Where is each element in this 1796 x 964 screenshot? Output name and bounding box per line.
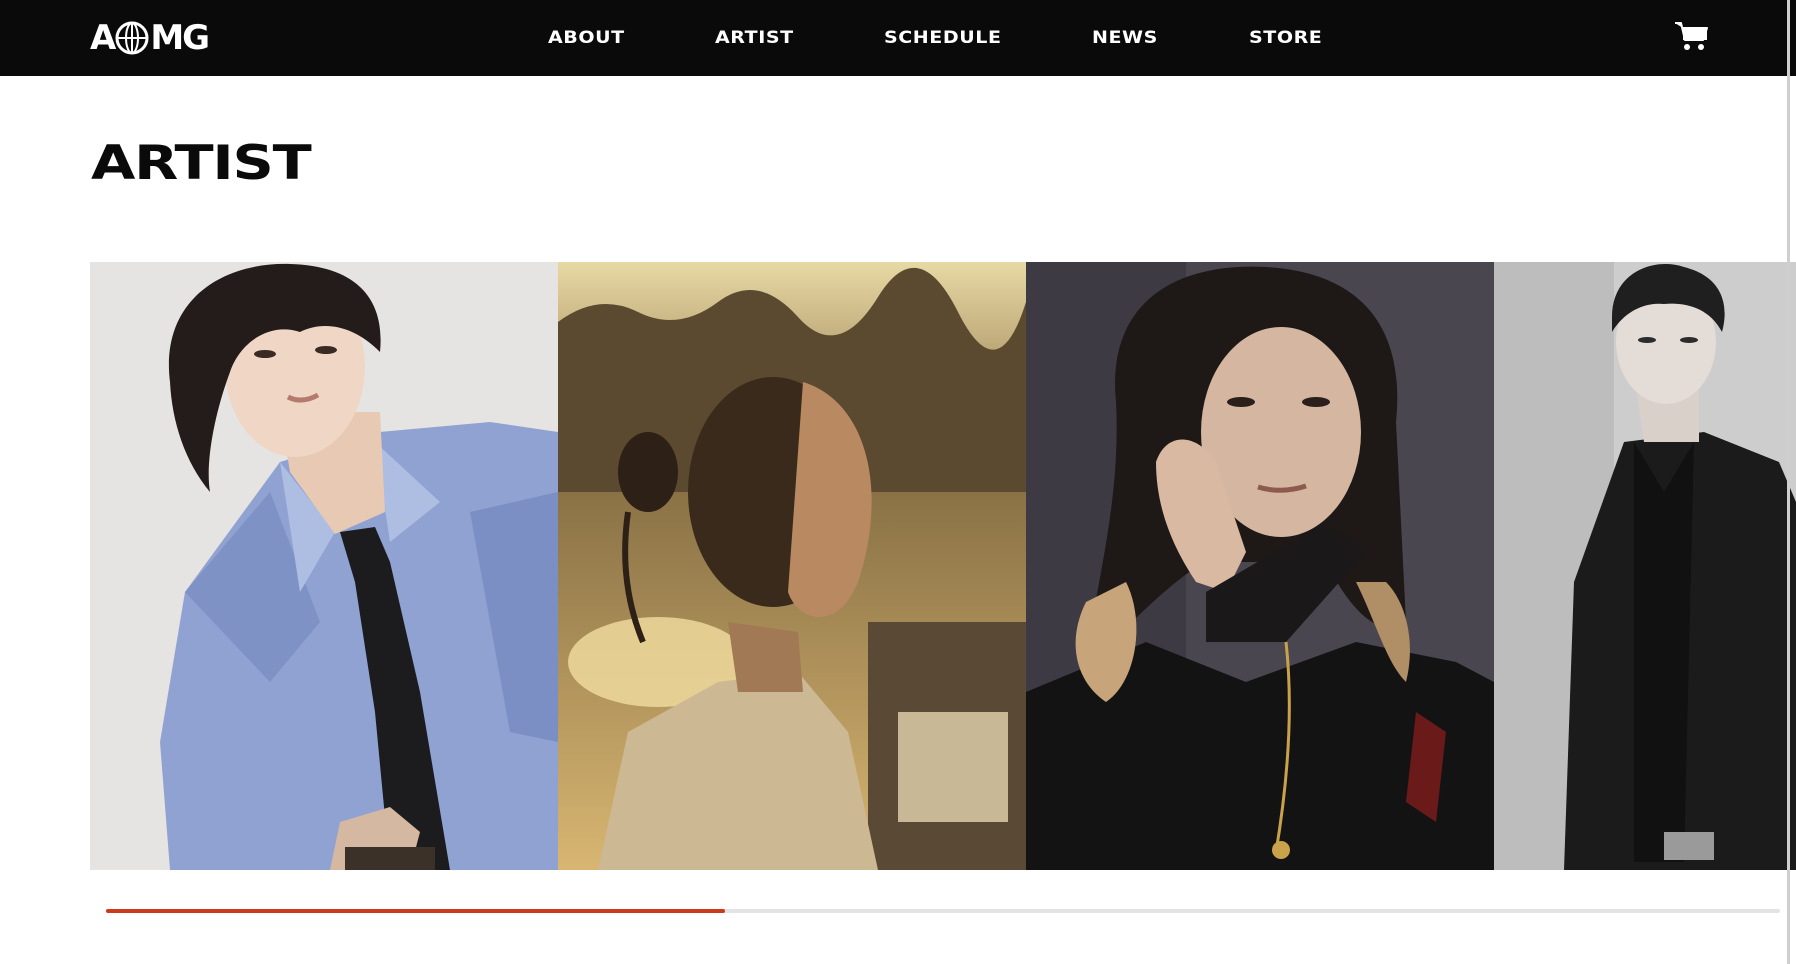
artist-card[interactable] <box>558 262 1026 870</box>
carousel-progress-fill <box>106 909 726 913</box>
main-nav: ABOUT ARTIST SCHEDULE NEWS STORE <box>0 0 1796 76</box>
artist-photo-dark-knit-icon <box>1026 262 1494 870</box>
artist-photo-blue-shirt-icon <box>90 262 558 870</box>
artist-photo-black-suit-icon <box>1494 262 1796 870</box>
nav-news[interactable]: NEWS <box>1092 28 1158 48</box>
nav-store[interactable]: STORE <box>1249 28 1322 48</box>
artist-photo-sunset-icon <box>558 262 1026 870</box>
top-navigation-bar: A MG ABOUT ARTIST SCHEDULE NEWS STORE <box>0 0 1796 76</box>
page-title: ARTIST <box>91 136 312 191</box>
carousel-progress-track[interactable] <box>106 909 1780 913</box>
artist-card[interactable] <box>1026 262 1494 870</box>
artist-card[interactable] <box>1494 262 1796 870</box>
shopping-cart-icon[interactable] <box>1674 20 1710 52</box>
nav-artist[interactable]: ARTIST <box>715 28 794 48</box>
nav-schedule[interactable]: SCHEDULE <box>884 28 1002 48</box>
artist-carousel[interactable] <box>90 262 1796 870</box>
page-scrollbar[interactable] <box>1787 0 1790 964</box>
artist-card[interactable] <box>90 262 558 870</box>
nav-about[interactable]: ABOUT <box>548 28 625 48</box>
